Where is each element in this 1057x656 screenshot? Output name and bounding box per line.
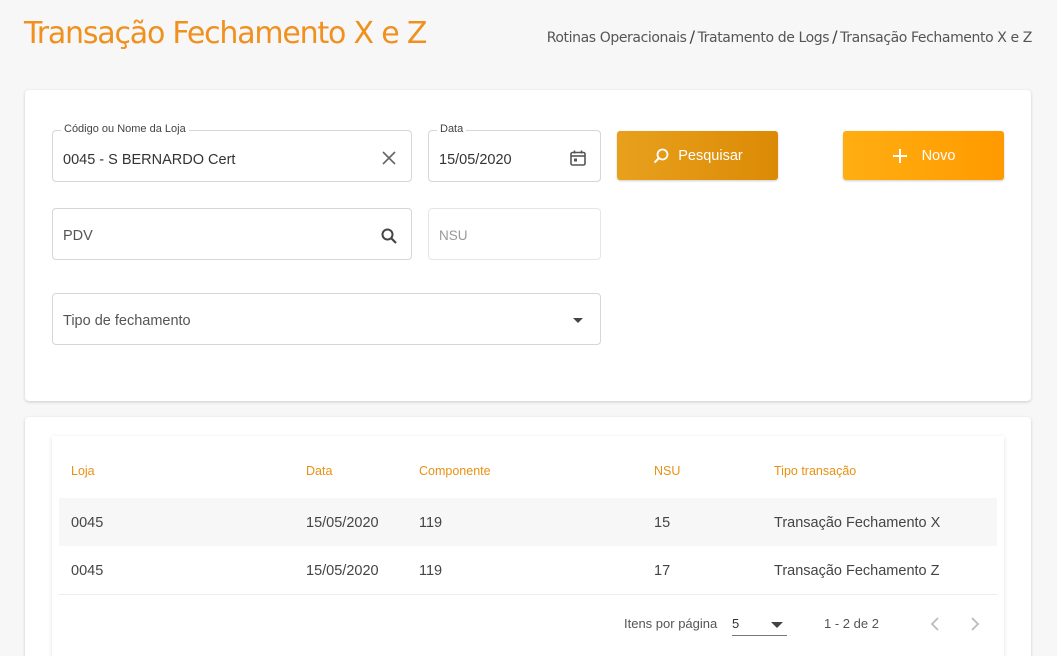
cell-tipo-transacao: Transação Fechamento Z bbox=[774, 563, 940, 579]
cell-loja: 0045 bbox=[71, 515, 104, 531]
row-divider bbox=[59, 594, 997, 595]
cell-data: 15/05/2020 bbox=[306, 515, 379, 531]
breadcrumb: Rotinas Operacionais / Tratamento de Logs /… bbox=[547, 27, 1033, 46]
chevron-left-icon[interactable] bbox=[923, 612, 947, 636]
breadcrumb-separator: / bbox=[689, 27, 695, 46]
search-button[interactable]: Pesquisar bbox=[617, 131, 778, 180]
chevron-right-icon[interactable] bbox=[963, 612, 987, 636]
nsu-field[interactable]: NSU bbox=[428, 208, 601, 260]
page-size-value: 5 bbox=[732, 616, 740, 631]
cell-tipo-transacao: Transação Fechamento X bbox=[774, 515, 941, 531]
breadcrumb-item-current: Transação Fechamento X e Z bbox=[840, 30, 1032, 46]
new-button-label: Novo bbox=[921, 147, 956, 164]
results-table: Loja Data Componente NSU Tipo transação … bbox=[52, 436, 1004, 656]
breadcrumb-item-logs[interactable]: Tratamento de Logs bbox=[698, 30, 830, 46]
column-header-nsu[interactable]: NSU bbox=[654, 464, 680, 478]
page-range-label: 1 - 2 de 2 bbox=[824, 616, 879, 631]
pdv-field[interactable]: PDV bbox=[52, 208, 412, 260]
column-header-tipo-transacao[interactable]: Tipo transação bbox=[774, 464, 856, 478]
cell-nsu: 15 bbox=[654, 515, 671, 531]
store-field[interactable]: Código ou Nome da Loja 0045 - S BERNARDO… bbox=[52, 123, 412, 182]
plus-icon bbox=[892, 148, 908, 164]
date-field-label: Data bbox=[437, 123, 467, 135]
store-field-label: Código ou Nome da Loja bbox=[61, 123, 189, 135]
cell-nsu: 17 bbox=[654, 563, 671, 579]
table-row[interactable]: 0045 15/05/2020 119 17 Transação Fechame… bbox=[59, 546, 997, 594]
breadcrumb-item-rotinas[interactable]: Rotinas Operacionais bbox=[547, 30, 687, 46]
table-row[interactable]: 0045 15/05/2020 119 15 Transação Fechame… bbox=[59, 498, 997, 546]
arrow-drop-down-icon bbox=[771, 622, 783, 628]
items-per-page-label: Itens por página bbox=[624, 616, 718, 631]
cell-componente: 119 bbox=[419, 515, 443, 531]
cell-componente: 119 bbox=[419, 563, 443, 579]
calendar-icon[interactable] bbox=[568, 148, 588, 168]
page-title: Transação Fechamento X e Z bbox=[24, 16, 427, 51]
cell-loja: 0045 bbox=[71, 563, 104, 579]
pdv-field-placeholder: PDV bbox=[63, 228, 93, 244]
closing-type-placeholder: Tipo de fechamento bbox=[63, 313, 191, 329]
closing-type-select[interactable]: Tipo de fechamento bbox=[52, 293, 601, 345]
filter-card: Código ou Nome da Loja 0045 - S BERNARDO… bbox=[25, 90, 1031, 401]
nsu-field-placeholder: NSU bbox=[439, 228, 468, 243]
search-button-label: Pesquisar bbox=[678, 147, 743, 164]
date-field-value[interactable]: 15/05/2020 bbox=[439, 152, 512, 168]
search-icon[interactable] bbox=[379, 226, 399, 246]
page-size-select[interactable]: 5 bbox=[732, 612, 787, 636]
column-header-loja[interactable]: Loja bbox=[71, 464, 95, 478]
paginator: Itens por página 5 1 - 2 de 2 bbox=[52, 606, 1004, 646]
date-field[interactable]: Data 15/05/2020 bbox=[428, 123, 601, 182]
breadcrumb-separator: / bbox=[832, 27, 838, 46]
new-button[interactable]: Novo bbox=[843, 131, 1004, 180]
cell-data: 15/05/2020 bbox=[306, 563, 379, 579]
store-field-value[interactable]: 0045 - S BERNARDO Cert bbox=[63, 152, 235, 168]
results-card: Loja Data Componente NSU Tipo transação … bbox=[25, 417, 1031, 656]
arrow-drop-down-icon bbox=[568, 311, 588, 331]
column-header-componente[interactable]: Componente bbox=[419, 464, 491, 478]
search-icon bbox=[652, 147, 670, 165]
column-header-data[interactable]: Data bbox=[306, 464, 332, 478]
table-header: Loja Data Componente NSU Tipo transação bbox=[52, 436, 1004, 498]
close-icon[interactable] bbox=[379, 148, 399, 168]
